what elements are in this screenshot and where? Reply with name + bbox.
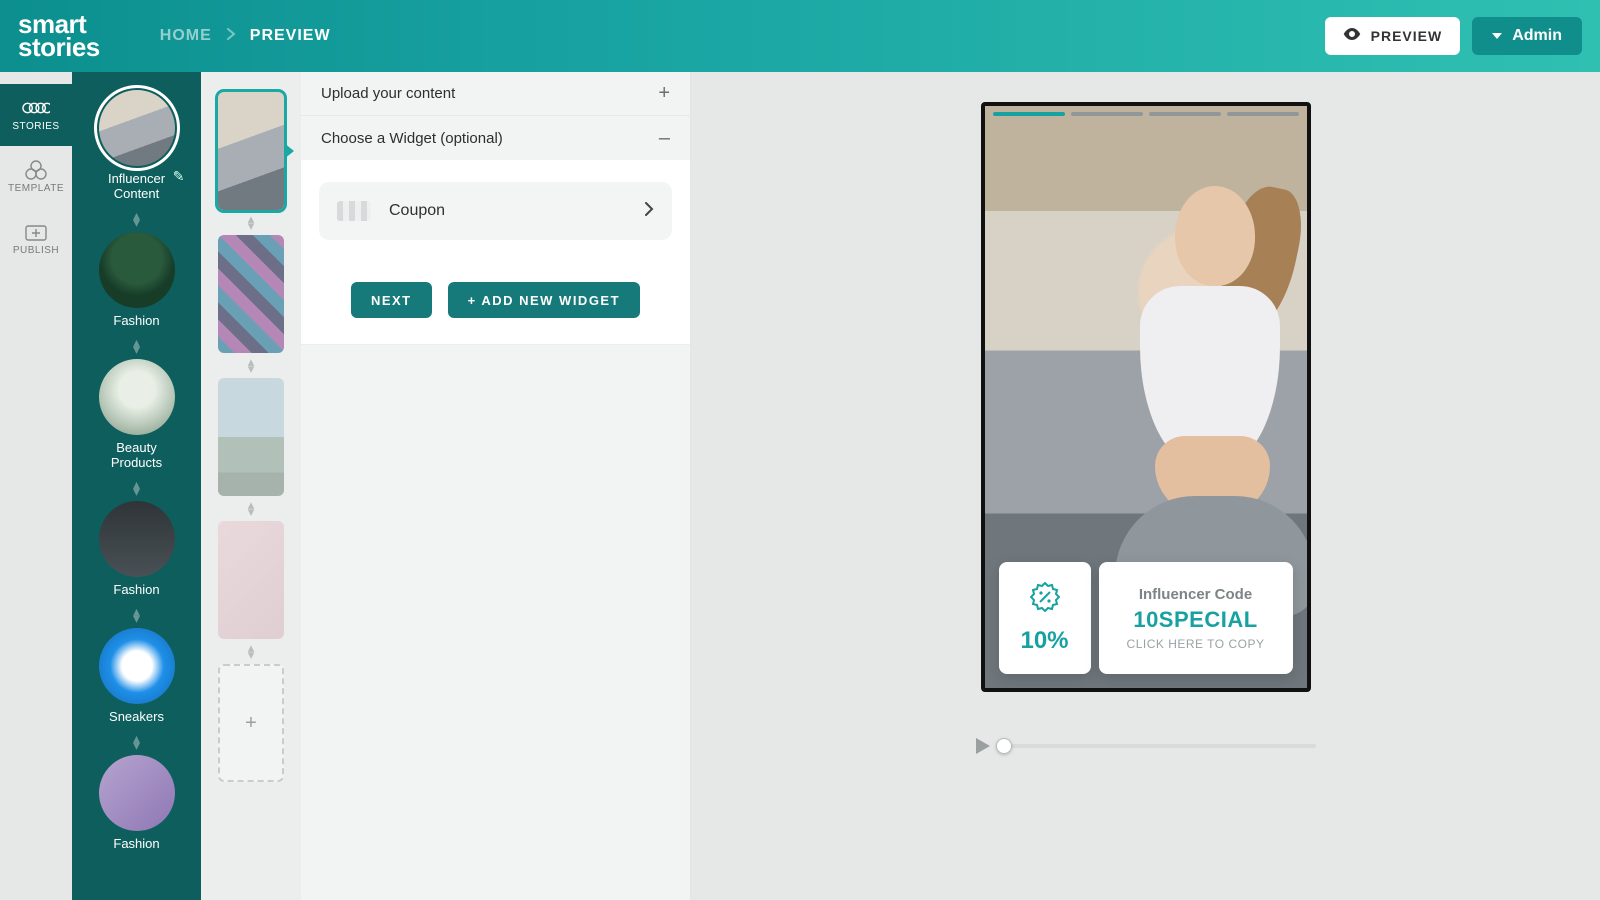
story-item-influencer[interactable]: ✎ Influencer Content <box>99 90 175 202</box>
discount-badge-icon <box>1030 582 1060 617</box>
preview-button-label: PREVIEW <box>1371 28 1443 44</box>
reorder-handle[interactable]: ▴▾ <box>133 212 140 226</box>
story-thumb <box>99 359 175 435</box>
top-bar: smart stories HOME PREVIEW PREVIEW Admin <box>0 0 1600 72</box>
story-thumb <box>99 232 175 308</box>
add-widget-label: + ADD NEW WIDGET <box>468 293 620 308</box>
breadcrumb: HOME PREVIEW <box>160 27 331 45</box>
add-slide-button[interactable]: + <box>218 664 284 782</box>
preview-button[interactable]: PREVIEW <box>1325 17 1461 55</box>
accordion-upload[interactable]: Upload your content + <box>301 72 690 116</box>
breadcrumb-home[interactable]: HOME <box>160 27 212 45</box>
chevron-right-icon <box>644 202 654 221</box>
plus-icon: + <box>245 712 257 735</box>
nav-template-label: TEMPLATE <box>8 183 64 194</box>
template-icon <box>22 161 50 179</box>
preview-figure <box>1085 176 1295 596</box>
slide-thumb-1[interactable] <box>218 92 284 210</box>
story-label: Sneakers <box>109 710 164 725</box>
nav-publish[interactable]: PUBLISH <box>0 208 72 270</box>
progress-segment <box>1071 112 1143 116</box>
play-icon[interactable] <box>976 738 990 754</box>
accordion-upload-title: Upload your content <box>321 85 455 102</box>
story-label: Influencer Content <box>108 172 165 202</box>
story-label: Fashion <box>113 314 159 329</box>
coupon-percent: 10% <box>1020 627 1068 655</box>
add-widget-button[interactable]: + ADD NEW WIDGET <box>448 282 640 318</box>
logo-line2: stories <box>18 36 100 59</box>
app-logo: smart stories <box>18 13 100 60</box>
story-item-sneakers[interactable]: Sneakers <box>99 628 175 725</box>
coupon-icon <box>337 201 371 221</box>
widget-item-label: Coupon <box>389 202 445 220</box>
preview-canvas: 10% Influencer Code 10SPECIAL CLICK HERE… <box>691 72 1600 900</box>
coupon-code: 10SPECIAL <box>1133 607 1257 633</box>
slide-thumb-3[interactable] <box>218 378 284 496</box>
minus-icon: – <box>659 127 670 150</box>
slides-column: ▴▾ ▴▾ ▴▾ ▴▾ + <box>201 72 301 900</box>
reorder-handle[interactable]: ▴▾ <box>133 608 140 622</box>
coupon-copy-hint: CLICK HERE TO COPY <box>1127 637 1265 651</box>
accordion-widget[interactable]: Choose a Widget (optional) – <box>301 116 690 160</box>
scrub-handle[interactable] <box>996 738 1012 754</box>
reorder-handle[interactable]: ▴▾ <box>248 645 255 658</box>
story-item-fashion-1[interactable]: Fashion <box>99 232 175 329</box>
nav-template[interactable]: TEMPLATE <box>0 146 72 208</box>
accordion-widget-body: Coupon NEXT + ADD NEW WIDGET <box>301 160 690 345</box>
next-button[interactable]: NEXT <box>351 282 432 318</box>
slide-thumb-2[interactable] <box>218 235 284 353</box>
story-thumb <box>99 628 175 704</box>
reorder-handle[interactable]: ▴▾ <box>248 216 255 229</box>
admin-label: Admin <box>1512 27 1562 45</box>
story-item-fashion-2[interactable]: Fashion <box>99 501 175 598</box>
story-item-beauty[interactable]: Beauty Products <box>99 359 175 471</box>
reorder-handle[interactable]: ▴▾ <box>133 481 140 495</box>
story-thumb <box>99 501 175 577</box>
progress-segment <box>993 112 1065 116</box>
widget-item-coupon[interactable]: Coupon <box>319 182 672 240</box>
nav-publish-label: PUBLISH <box>13 245 59 256</box>
pencil-icon[interactable]: ✎ <box>173 168 185 185</box>
scrub-track[interactable] <box>998 744 1316 748</box>
progress-segment <box>1149 112 1221 116</box>
reorder-handle[interactable]: ▴▾ <box>133 339 140 353</box>
publish-icon <box>22 223 50 241</box>
coupon-percent-card: 10% <box>999 562 1091 674</box>
chevron-right-icon <box>226 27 236 45</box>
nav-stories-label: STORIES <box>12 121 59 132</box>
story-thumb <box>99 90 175 166</box>
story-label: Beauty Products <box>111 441 162 471</box>
slide-thumb-4[interactable] <box>218 521 284 639</box>
stories-icon <box>22 99 50 117</box>
progress-segment <box>1227 112 1299 116</box>
phone-preview: 10% Influencer Code 10SPECIAL CLICK HERE… <box>981 102 1311 692</box>
story-label: Fashion <box>113 583 159 598</box>
editor-panel: Upload your content + Choose a Widget (o… <box>301 72 691 900</box>
next-button-label: NEXT <box>371 293 412 308</box>
caret-down-icon <box>1492 33 1502 39</box>
coupon-code-card[interactable]: Influencer Code 10SPECIAL CLICK HERE TO … <box>1099 562 1293 674</box>
story-progress <box>993 112 1299 116</box>
admin-menu-button[interactable]: Admin <box>1472 17 1582 55</box>
accordion-widget-title: Choose a Widget (optional) <box>321 130 503 147</box>
breadcrumb-current: PREVIEW <box>250 27 331 45</box>
stories-column: ✎ Influencer Content ▴▾ Fashion ▴▾ Beaut… <box>72 72 201 900</box>
nav-stories[interactable]: STORIES <box>0 84 72 146</box>
coupon-title: Influencer Code <box>1139 586 1252 603</box>
story-thumb <box>99 755 175 831</box>
reorder-handle[interactable]: ▴▾ <box>248 502 255 515</box>
plus-icon: + <box>658 82 670 105</box>
story-label: Fashion <box>113 837 159 852</box>
nav-rail: STORIES TEMPLATE PUBLISH <box>0 72 72 900</box>
reorder-handle[interactable]: ▴▾ <box>248 359 255 372</box>
eye-icon <box>1343 27 1361 45</box>
reorder-handle[interactable]: ▴▾ <box>133 735 140 749</box>
story-item-fashion-3[interactable]: Fashion <box>99 755 175 852</box>
coupon-widget[interactable]: 10% Influencer Code 10SPECIAL CLICK HERE… <box>999 562 1293 674</box>
